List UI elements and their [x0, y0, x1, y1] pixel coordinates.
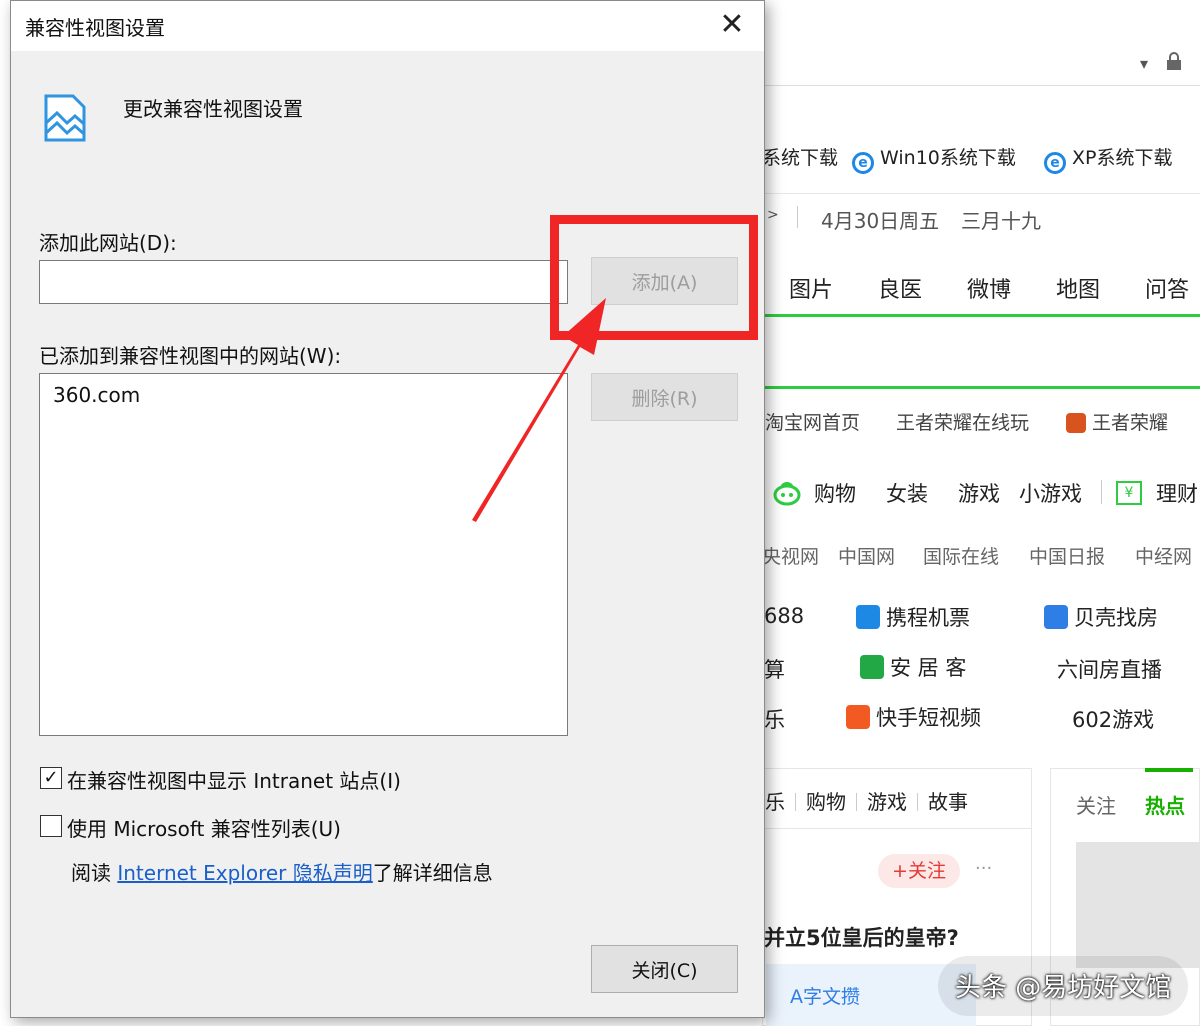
lunar-date-text: 三月十九 — [961, 209, 1041, 233]
intranet-checkbox[interactable]: ✓ — [40, 767, 62, 789]
news-site-link[interactable]: 国际在线 — [923, 542, 999, 569]
ms-list-checkbox-label[interactable]: 使用 Microsoft 兼容性列表(U) — [67, 813, 341, 842]
privacy-statement-link[interactable]: Internet Explorer 隐私声明 — [117, 861, 372, 885]
close-button[interactable]: 关闭(C) — [591, 945, 738, 993]
site-link-anjuke[interactable]: 安 居 客 — [860, 652, 966, 682]
favorite-item[interactable]: 系统下载 — [762, 143, 838, 170]
list-item[interactable]: 360.com — [53, 383, 140, 407]
site-list-label: 已添加到兼容性视图中的网站(W): — [39, 344, 342, 368]
site-link[interactable]: 乐 — [764, 704, 785, 734]
remove-button[interactable]: 删除(R) — [591, 373, 738, 421]
ie-page-icon: e — [852, 152, 874, 174]
nav-tab-map[interactable]: 地图 — [1056, 272, 1100, 304]
more-icon[interactable]: ··· — [975, 858, 992, 879]
site-listbox[interactable]: 360.com — [39, 373, 568, 736]
site-link[interactable]: 算 — [764, 654, 785, 684]
news-site-link[interactable]: 中经网 — [1135, 542, 1192, 569]
shopping-bag-icon — [773, 479, 801, 507]
ie-page-icon: e — [1044, 152, 1066, 174]
thumbnail-image[interactable] — [1076, 842, 1200, 968]
game-icon — [1066, 413, 1086, 433]
category-shopping[interactable]: 购物 — [814, 478, 856, 508]
site-link-kuaishou[interactable]: 快手短视频 — [846, 702, 981, 732]
house-icon — [860, 655, 884, 679]
site-link-ctrip[interactable]: 携程机票 — [856, 602, 970, 632]
beike-icon — [1044, 605, 1068, 629]
source-label[interactable]: A字文攒 — [790, 982, 860, 1009]
favorites-bar — [700, 86, 1200, 194]
favorite-item[interactable]: e XP系统下载 — [1044, 143, 1172, 174]
feed-tabs[interactable]: 乐购物 游戏 故事 — [765, 786, 968, 815]
lock-icon — [1166, 52, 1182, 70]
site-link[interactable]: 六间房直播 — [1057, 654, 1162, 684]
date-text: 4月30日周五 — [821, 209, 940, 233]
quick-link[interactable]: 王者荣耀在线玩 — [896, 408, 1029, 435]
category-womens[interactable]: 女装 — [886, 478, 928, 508]
tab-hot[interactable]: 热点 — [1145, 790, 1185, 819]
site-link-beike[interactable]: 贝壳找房 — [1044, 602, 1158, 632]
intranet-checkbox-label[interactable]: 在兼容性视图中显示 Intranet 站点(I) — [67, 765, 401, 794]
highlight-box — [550, 215, 758, 340]
nav-tab-weibo[interactable]: 微博 — [967, 272, 1011, 304]
compatibility-view-dialog: 兼容性视图设置 ✕ 更改兼容性视图设置 添加此网站(D): 添加(A) 已添加到… — [10, 0, 765, 1018]
divider — [797, 206, 798, 228]
nav-tab-qa[interactable]: 问答 — [1145, 272, 1189, 304]
category-games[interactable]: 游戏 — [958, 478, 1000, 508]
watermark-text: 头条 @易坊好文馆 — [955, 973, 1172, 1003]
finance-icon: ¥ — [1116, 481, 1142, 505]
active-tab-indicator — [1145, 768, 1193, 772]
kuaishou-icon — [846, 705, 870, 729]
dialog-title: 兼容性视图设置 — [25, 16, 165, 40]
nav-tab-doctor[interactable]: 良医 — [878, 272, 922, 304]
news-site-link[interactable]: 中国日报 — [1029, 542, 1105, 569]
dialog-heading: 更改兼容性视图设置 — [123, 97, 303, 121]
search-box-border-top — [765, 314, 1200, 317]
divider — [762, 828, 1032, 829]
nav-tab-images[interactable]: 图片 — [789, 272, 833, 304]
dropdown-arrow-icon[interactable]: ▾ — [1140, 54, 1148, 73]
dialog-titlebar[interactable]: 兼容性视图设置 ✕ — [11, 1, 764, 51]
news-site-link[interactable]: 央视网 — [762, 542, 819, 569]
news-site-link[interactable]: 中国网 — [838, 542, 895, 569]
address-bar[interactable]: ▾ — [700, 44, 1200, 86]
category-minigames[interactable]: 小游戏 — [1019, 478, 1082, 508]
divider — [1101, 480, 1102, 504]
site-link[interactable]: 602游戏 — [1072, 704, 1154, 734]
compatibility-view-icon — [43, 93, 87, 143]
ctrip-icon — [856, 605, 880, 629]
site-link[interactable]: 688 — [764, 604, 804, 628]
quick-link[interactable]: 淘宝网首页 — [765, 408, 860, 435]
follow-button[interactable]: +关注 — [878, 854, 960, 888]
tab-follow[interactable]: 关注 — [1076, 790, 1116, 819]
news-headline[interactable]: 并立5位皇后的皇帝? — [764, 922, 959, 952]
privacy-info-line: 阅读 Internet Explorer 隐私声明了解详细信息 — [71, 861, 493, 885]
favorite-item[interactable]: e Win10系统下载 — [852, 143, 1016, 174]
quick-link[interactable]: 王者荣耀 — [1066, 408, 1168, 435]
category-finance[interactable]: 理财 — [1156, 478, 1198, 508]
ms-list-checkbox[interactable] — [40, 815, 62, 837]
chevron-right-icon: > — [767, 207, 779, 223]
add-site-label: 添加此网站(D): — [39, 231, 177, 255]
add-site-input[interactable] — [39, 260, 568, 304]
search-box-border-bottom — [765, 386, 1200, 389]
close-icon[interactable]: ✕ — [712, 7, 752, 43]
